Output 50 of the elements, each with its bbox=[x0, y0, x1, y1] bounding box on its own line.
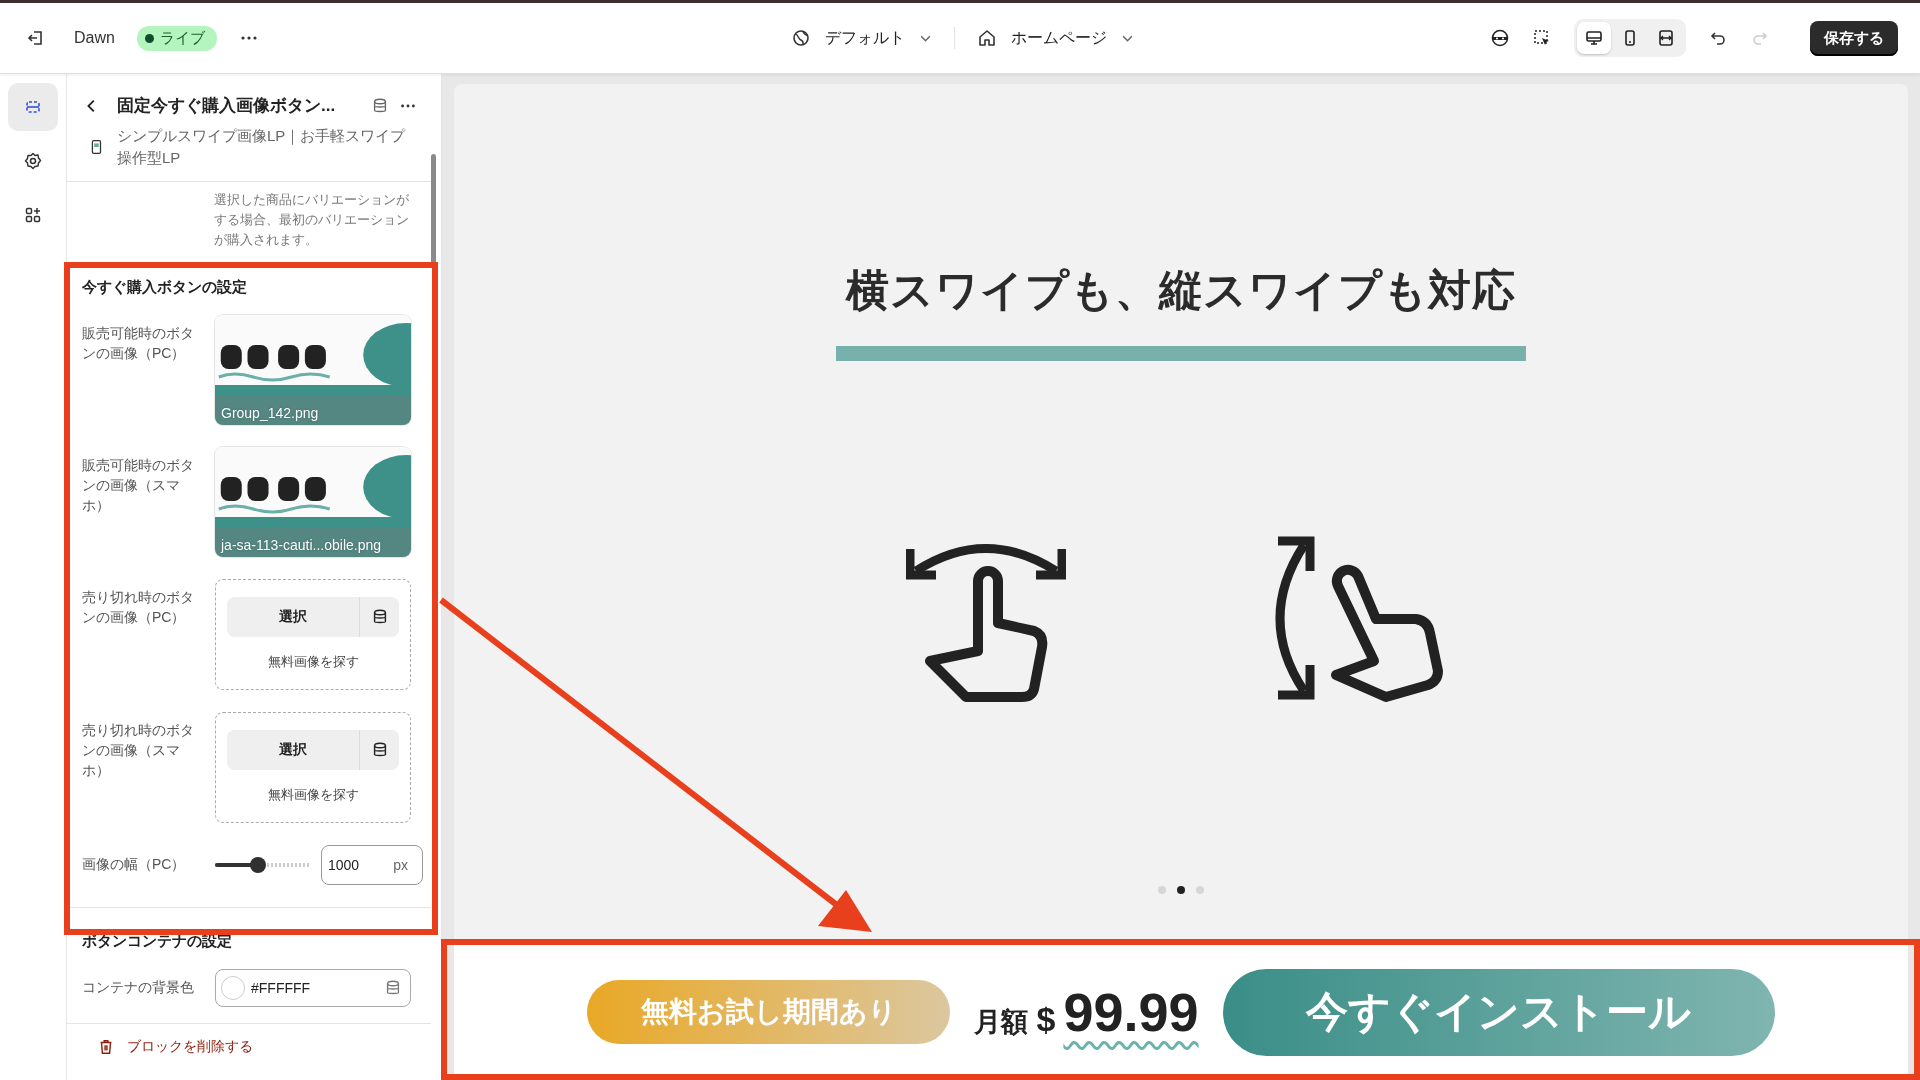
color-swatch[interactable] bbox=[221, 975, 245, 1000]
mask-icon[interactable] bbox=[1490, 28, 1510, 48]
file-name: ja-sa-113-cauti...obile.png bbox=[221, 536, 382, 553]
file-name: Group_142.png bbox=[221, 404, 319, 421]
home-icon bbox=[976, 28, 997, 48]
save-button[interactable]: 保存する bbox=[1810, 20, 1898, 56]
field-label: 画像の幅（PC） bbox=[82, 855, 187, 875]
free-images-link[interactable]: 無料画像を探す bbox=[267, 653, 359, 671]
trial-badge: 無料お試し期間あり bbox=[587, 980, 951, 1044]
sections-tab[interactable] bbox=[8, 83, 58, 131]
add-apps-icon bbox=[23, 205, 43, 225]
slider-thumb[interactable] bbox=[250, 856, 267, 873]
field-label: 売り切れ時のボタンの画像（スマホ） bbox=[82, 720, 195, 781]
globe-icon bbox=[790, 28, 811, 48]
desktop-view-button[interactable] bbox=[1577, 22, 1611, 54]
image-thumbnail[interactable]: Group_142.png bbox=[215, 314, 411, 425]
field-label: コンテナの背景色 bbox=[82, 978, 195, 998]
desktop-icon bbox=[1584, 28, 1604, 48]
status-badge: ライブ bbox=[136, 25, 217, 51]
block-title: 固定今すぐ購入画像ボタン... bbox=[117, 95, 337, 117]
delete-block-button[interactable]: ブロックを削除する bbox=[97, 1037, 253, 1056]
free-images-link[interactable]: 無料画像を探す bbox=[267, 786, 359, 804]
currency-symbol: $ bbox=[1036, 1000, 1056, 1039]
image-drop-zone[interactable]: 選択 無料画像を探す bbox=[215, 711, 411, 823]
library-button[interactable] bbox=[359, 730, 399, 770]
context-dropdown[interactable]: デフォルト bbox=[790, 27, 932, 49]
image-thumbnail[interactable]: ja-sa-113-cauti...obile.png bbox=[215, 446, 411, 557]
section-heading: 今すぐ購入ボタンの設定 bbox=[82, 277, 248, 297]
field-label: 販売可能時のボタンの画像（スマホ） bbox=[82, 455, 195, 516]
image-drop-zone[interactable]: 選択 無料画像を探す bbox=[215, 578, 411, 690]
slide-dot[interactable] bbox=[1158, 886, 1166, 894]
field-label: 売り切れ時のボタンの画像（PC） bbox=[82, 587, 195, 627]
slide-heading: 横スワイプも、縦スワイプも対応 bbox=[846, 265, 1516, 316]
field-label: 販売可能時のボタンの画像（PC） bbox=[82, 323, 195, 363]
number-field[interactable]: 1000 px bbox=[321, 844, 423, 885]
database-icon[interactable] bbox=[384, 978, 402, 997]
library-button[interactable] bbox=[359, 597, 399, 637]
slide-dot[interactable] bbox=[1196, 886, 1204, 894]
expand-width-icon bbox=[1656, 28, 1676, 48]
theme-name: Dawn bbox=[74, 29, 115, 47]
template-name: シンプルスワイプ画像LP｜お手軽スワイプ操作型LP bbox=[117, 126, 407, 168]
color-field[interactable]: #FFFFFF bbox=[215, 968, 411, 1007]
database-icon[interactable] bbox=[371, 96, 389, 115]
page-dropdown[interactable]: ホームページ bbox=[976, 27, 1134, 49]
helper-text: 選択した商品にバリエーションがする場合、最初のバリエーションが購入されます。 bbox=[214, 191, 410, 249]
scrollbar-thumb[interactable] bbox=[431, 154, 436, 264]
price-amount: 99.99 bbox=[1063, 981, 1199, 1043]
price-prefix: 月額 bbox=[974, 1006, 1029, 1039]
settings-icon bbox=[23, 151, 43, 171]
slide-dot[interactable] bbox=[1177, 886, 1185, 894]
